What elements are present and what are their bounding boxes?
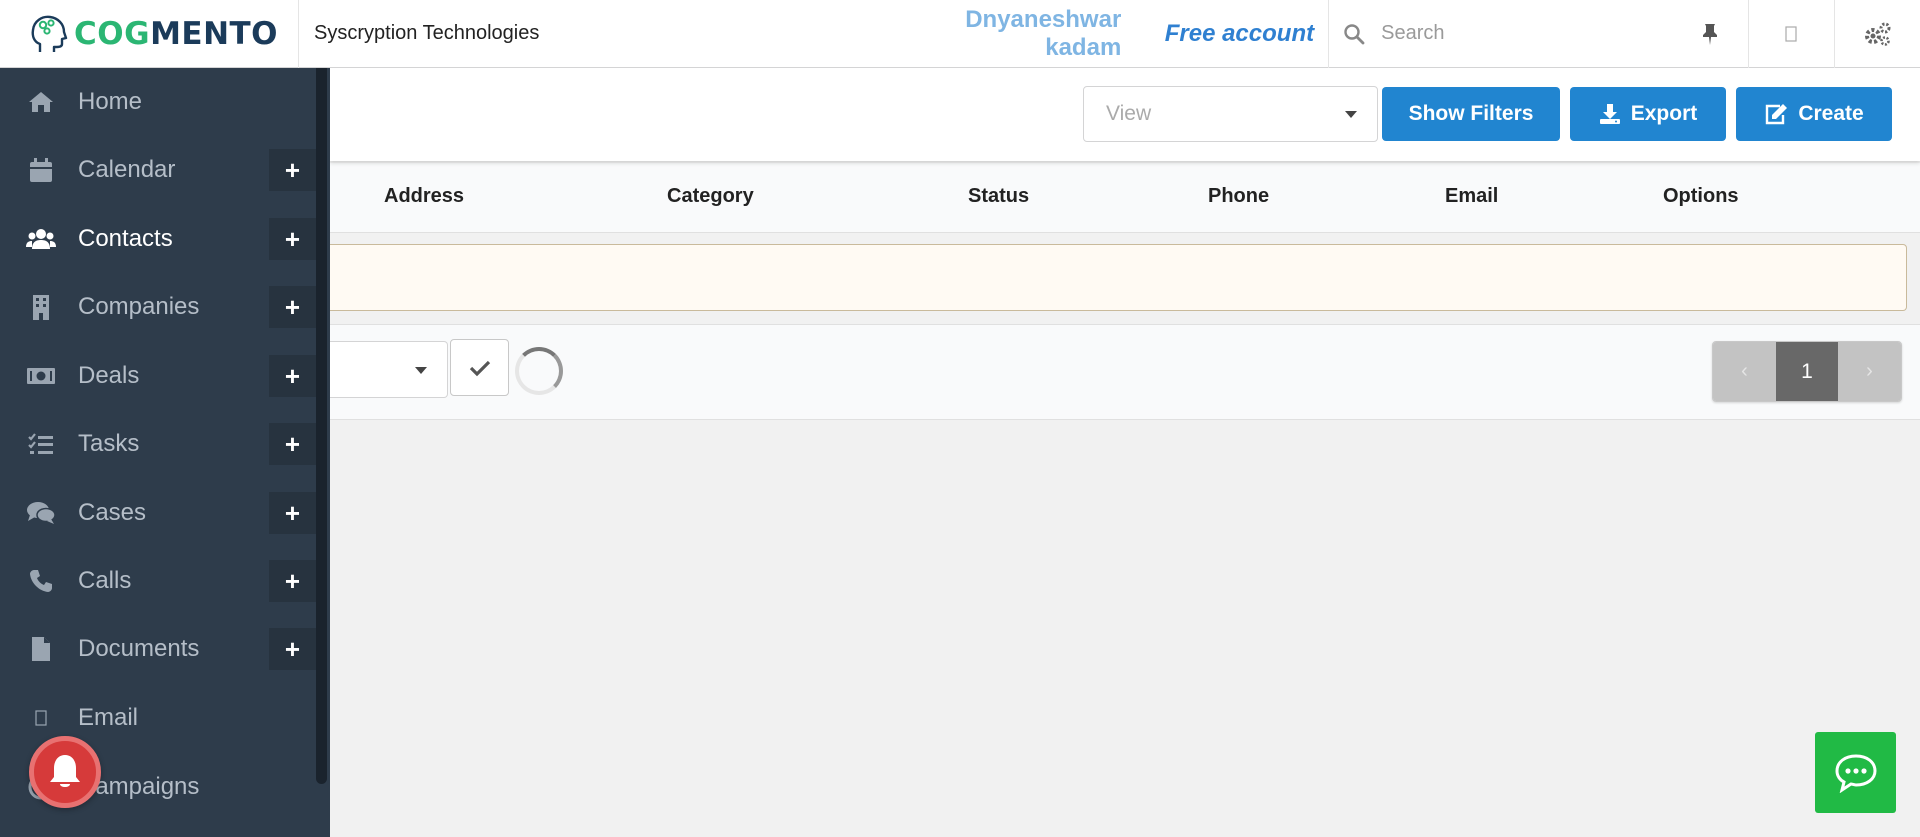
- logo-text-cog: COG: [74, 15, 151, 52]
- add-deal-button[interactable]: +: [269, 355, 316, 397]
- table-footer: ‹ 1 ›: [330, 324, 1920, 420]
- dropdown-caret-icon: [415, 367, 427, 374]
- logo[interactable]: COGMENTO: [0, 0, 300, 68]
- show-filters-button[interactable]: Show Filters: [1382, 87, 1560, 141]
- sidebar-item-label: Calendar: [78, 156, 176, 183]
- sidebar-item-label: Cases: [78, 499, 147, 526]
- sidebar-item-tasks[interactable]: Tasks +: [0, 410, 316, 478]
- settings-button[interactable]: [1833, 0, 1920, 68]
- sidebar-item-label: Calls: [78, 567, 132, 594]
- check-icon: [469, 360, 490, 376]
- users-icon: [26, 224, 56, 254]
- download-icon: [1599, 104, 1620, 124]
- sidebar-item-contacts[interactable]: Contacts +: [0, 205, 316, 273]
- search-input[interactable]: [1381, 22, 1682, 45]
- sidebar-item-calls[interactable]: Calls +: [0, 547, 316, 615]
- create-button[interactable]: Create: [1736, 87, 1892, 141]
- email-icon: [26, 703, 56, 733]
- add-task-button[interactable]: +: [269, 423, 316, 465]
- placeholder-button[interactable]: [1748, 0, 1833, 68]
- sidebar-item-documents[interactable]: Documents +: [0, 615, 316, 683]
- sidebar-item-label: Tasks: [78, 430, 140, 457]
- column-header-email[interactable]: Email: [1445, 185, 1498, 208]
- apply-button[interactable]: [450, 339, 509, 396]
- add-case-button[interactable]: +: [269, 492, 316, 534]
- pagination-page-current[interactable]: 1: [1776, 342, 1838, 401]
- chat-icon: [1834, 753, 1877, 793]
- sidebar-item-home[interactable]: Home: [0, 68, 316, 136]
- sidebar-item-deals[interactable]: Deals +: [0, 342, 316, 410]
- pagination: ‹ 1 ›: [1712, 341, 1902, 402]
- add-document-button[interactable]: +: [269, 628, 316, 670]
- show-filters-label: Show Filters: [1408, 102, 1534, 125]
- pagination-prev-button[interactable]: ‹: [1713, 342, 1776, 401]
- add-call-button[interactable]: +: [269, 560, 316, 602]
- column-header-status[interactable]: Status: [968, 185, 1029, 208]
- sidebar-item-label: Documents: [78, 635, 200, 662]
- empty-notice: [330, 244, 1907, 311]
- file-icon: [26, 634, 56, 664]
- pagination-next-button[interactable]: ›: [1838, 342, 1901, 401]
- logo-head-icon: [31, 15, 68, 52]
- view-select-placeholder: View: [1106, 102, 1152, 125]
- sidebar-item-label: Email: [78, 704, 139, 731]
- top-bar: COGMENTO Syscryption Technologies Dnyane…: [0, 0, 1920, 68]
- action-bar: View Show Filters Export Create: [330, 68, 1920, 161]
- sidebar-item-cases[interactable]: Cases +: [0, 479, 316, 547]
- sidebar-item-companies[interactable]: Companies +: [0, 273, 316, 341]
- sidebar-item-label: Home: [78, 88, 143, 115]
- column-header-address[interactable]: Address: [384, 185, 464, 208]
- chat-button[interactable]: [1815, 732, 1896, 813]
- sidebar-item-label: Companies: [78, 293, 200, 320]
- tasks-icon: [26, 429, 56, 459]
- search-bar[interactable]: [1328, 0, 1748, 68]
- table-header: Address Category Status Phone Email Opti…: [330, 163, 1920, 233]
- settings-icon: [1865, 22, 1891, 46]
- add-contact-button[interactable]: +: [269, 218, 316, 260]
- logo-text-mento: MENTO: [150, 15, 279, 52]
- sidebar-scrollbar[interactable]: [316, 68, 327, 784]
- export-button[interactable]: Export: [1570, 87, 1726, 141]
- building-icon: [26, 292, 56, 322]
- comments-icon: [26, 498, 56, 528]
- account-type[interactable]: Free account: [1151, 20, 1328, 48]
- phone-icon: [26, 566, 56, 596]
- create-label: Create: [1798, 102, 1864, 125]
- sidebar-item-label: Contacts: [78, 225, 173, 252]
- column-header-phone[interactable]: Phone: [1208, 185, 1269, 208]
- dropdown-caret-icon: [1345, 111, 1357, 118]
- logo-text: COGMENTO: [74, 16, 278, 52]
- search-icon: [1344, 23, 1365, 44]
- bulk-action-select[interactable]: [330, 341, 448, 398]
- home-icon: [26, 87, 56, 117]
- pin-icon[interactable]: [1700, 22, 1720, 46]
- money-icon: [26, 361, 56, 391]
- add-calendar-button[interactable]: +: [269, 149, 316, 191]
- export-label: Export: [1630, 102, 1698, 125]
- column-header-category[interactable]: Category: [667, 185, 754, 208]
- sidebar: Home Calendar + Contacts + Companies + D…: [0, 68, 330, 837]
- loading-spinner: [515, 347, 563, 395]
- sidebar-item-calendar[interactable]: Calendar +: [0, 136, 316, 204]
- company-name: Syscryption Technologies: [314, 22, 540, 44]
- bell-icon: [50, 755, 80, 787]
- user-name[interactable]: Dnyaneshwar kadam: [885, 6, 1151, 62]
- sidebar-item-label: Deals: [78, 362, 140, 389]
- notification-bell-button[interactable]: [29, 736, 101, 808]
- add-company-button[interactable]: +: [269, 286, 316, 328]
- edit-icon: [1766, 104, 1788, 125]
- blank-icon: [1785, 25, 1798, 42]
- calendar-icon: [26, 155, 56, 185]
- column-header-options: Options: [1663, 185, 1739, 207]
- view-select[interactable]: View: [1083, 86, 1378, 142]
